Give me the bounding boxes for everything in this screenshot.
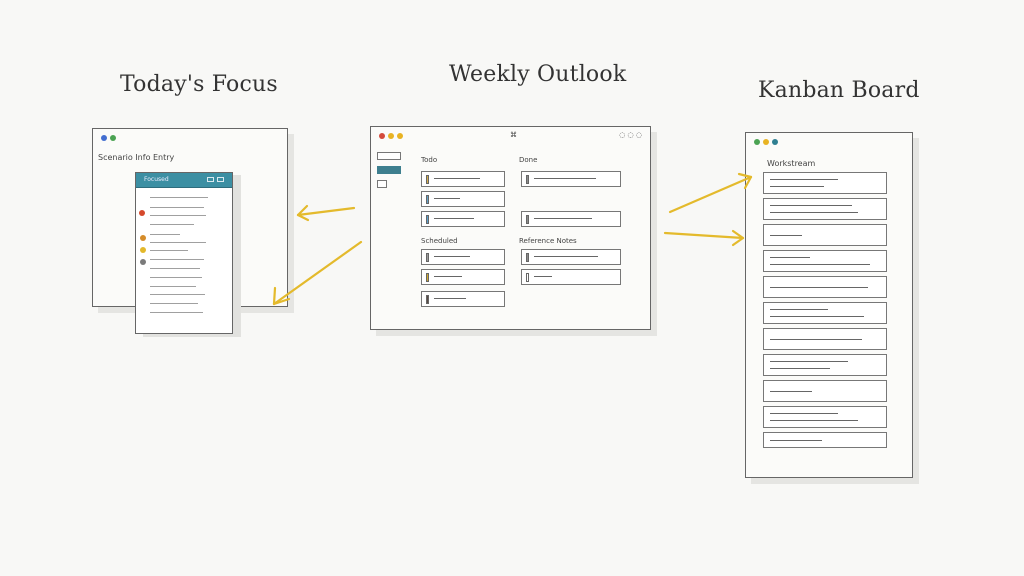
flow-arrows (272, 172, 753, 306)
arrow-right-top-head-a (737, 172, 753, 179)
arrow-right-bottom (663, 231, 745, 240)
arrow-right-top (668, 175, 753, 214)
arrow-left-top-head-b (296, 213, 310, 222)
arrow-left-top (296, 206, 356, 217)
diagram-canvas: Today's Focus Weekly Outlook Kanban Boar… (0, 0, 1024, 576)
arrow-right-bottom-head-b (731, 236, 745, 247)
arrow-left-bottom (272, 240, 363, 306)
arrow-left-bottom-head-a (272, 286, 277, 306)
